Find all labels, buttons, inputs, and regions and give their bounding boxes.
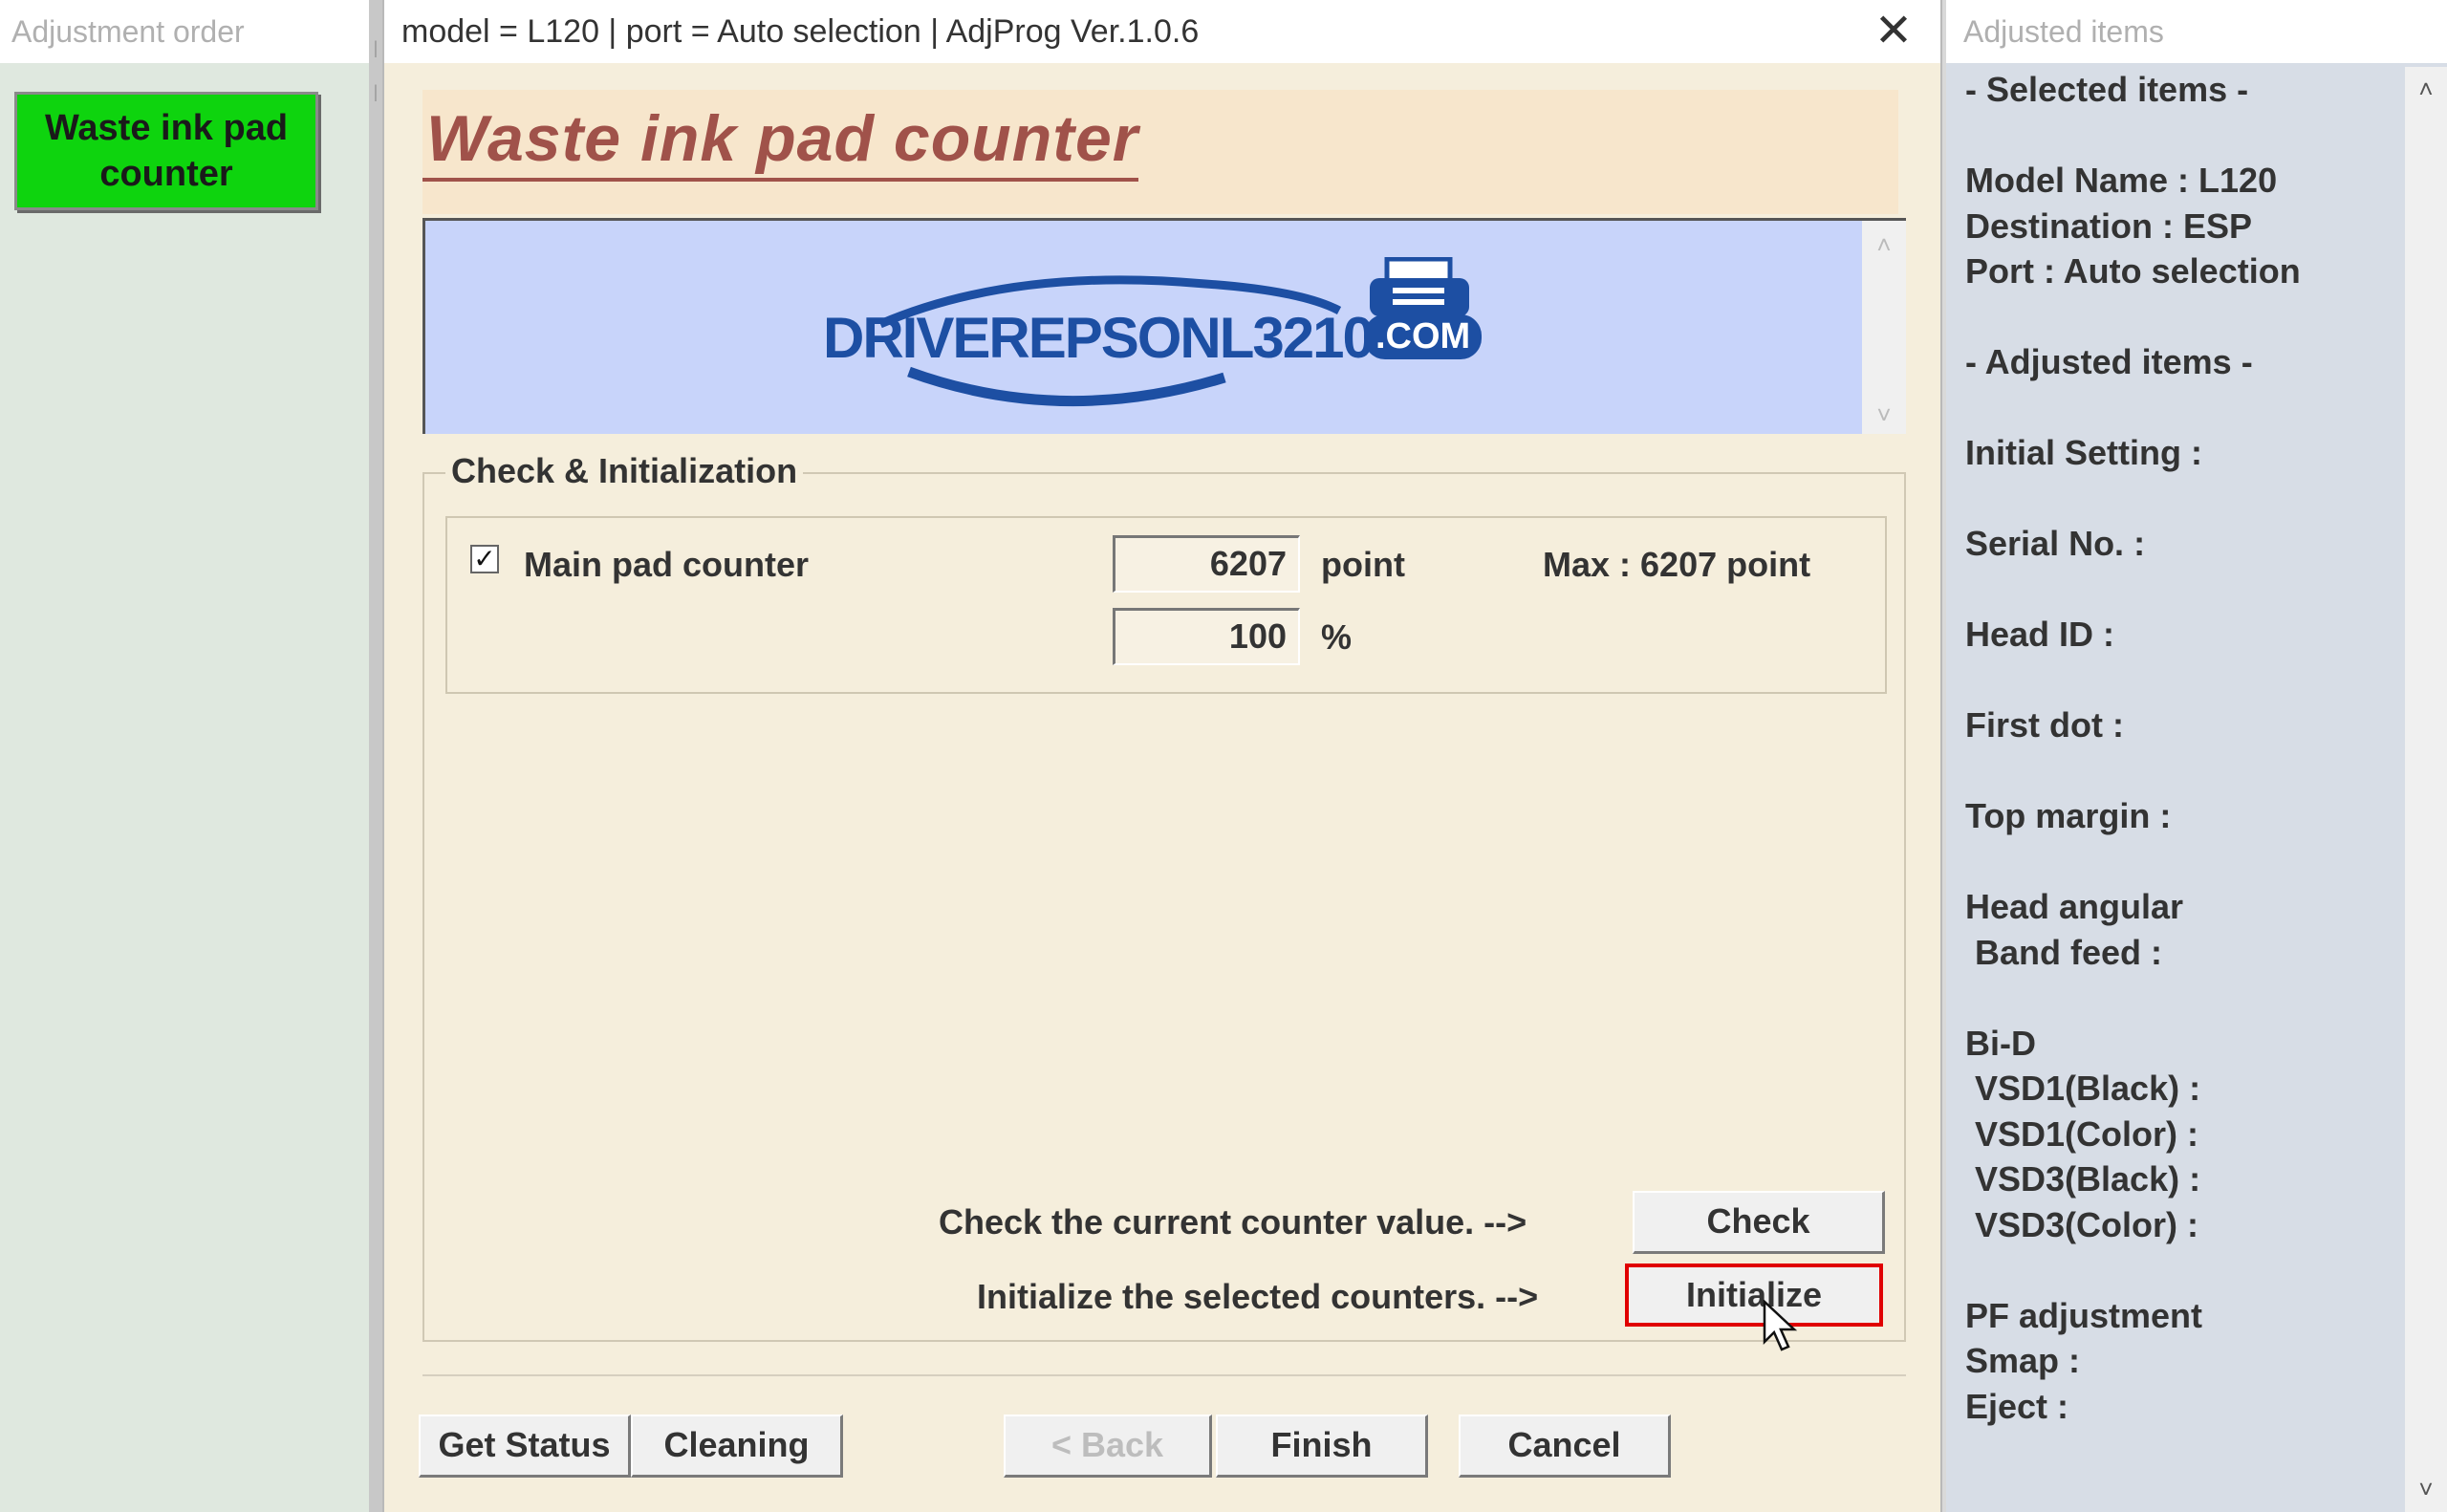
list-item: Band feed : bbox=[1965, 932, 2163, 972]
window-title: model = L120 | port = Auto selection | A… bbox=[401, 13, 1200, 50]
check-hint: Check the current counter value. --> bbox=[939, 1202, 1527, 1242]
logo-text: DRIVEREPSONL3210 bbox=[823, 306, 1375, 370]
list-item: VSD1(Black) : bbox=[1965, 1069, 2201, 1108]
counter-value-field: 6207 bbox=[1113, 535, 1300, 593]
list-item: Eject : bbox=[1965, 1386, 2069, 1426]
list-item bbox=[1965, 476, 2405, 522]
back-button[interactable]: < Back bbox=[1004, 1415, 1212, 1478]
initialize-button[interactable]: Initialize bbox=[1625, 1264, 1883, 1327]
adjustment-order-title: Adjustment order bbox=[0, 0, 375, 63]
counter-unit: point bbox=[1321, 545, 1405, 584]
scroll-down-icon[interactable]: ˅ bbox=[1862, 400, 1906, 430]
list-item: - Adjusted items - bbox=[1965, 342, 2253, 381]
heading-area: Waste ink pad counter bbox=[422, 90, 1898, 214]
list-item: First dot : bbox=[1965, 705, 2124, 745]
list-item: - Selected items - bbox=[1965, 70, 2249, 109]
cancel-button[interactable]: Cancel bbox=[1459, 1415, 1671, 1478]
mouse-cursor-icon bbox=[1763, 1300, 1798, 1351]
adjusted-items-scrollbar[interactable]: ˄ ˅ bbox=[2405, 67, 2447, 1512]
scroll-down-icon[interactable]: ˅ bbox=[2405, 1475, 2447, 1504]
banner-scrollbar[interactable]: ˄ ˅ bbox=[1862, 221, 1906, 434]
window-titlebar: model = L120 | port = Auto selection | A… bbox=[384, 0, 1940, 63]
list-item bbox=[1965, 1247, 2405, 1293]
check-initialization-group: Check & Initialization ✓ Main pad counte… bbox=[422, 451, 1906, 1342]
scroll-up-icon[interactable]: ˄ bbox=[1862, 230, 1906, 260]
list-item bbox=[1965, 567, 2405, 613]
panel-splitter[interactable]: | | bbox=[369, 0, 382, 1512]
list-item: Head ID : bbox=[1965, 615, 2115, 654]
percent-value-field: 100 bbox=[1113, 608, 1300, 665]
list-item: Model Name : L120 bbox=[1965, 161, 2278, 200]
list-item bbox=[1965, 748, 2405, 794]
adjusted-items-title: Adjusted items bbox=[1946, 0, 2447, 63]
banner: DRIVEREPSONL3210 .COM ˄ ˅ bbox=[422, 218, 1906, 434]
list-item bbox=[1965, 839, 2405, 885]
main-pad-checkbox[interactable]: ✓ bbox=[470, 545, 499, 573]
printer-icon bbox=[1370, 257, 1469, 316]
list-item: Smap : bbox=[1965, 1341, 2081, 1380]
initialize-hint: Initialize the selected counters. --> bbox=[977, 1277, 1539, 1316]
list-item bbox=[1965, 975, 2405, 1021]
page-title: Waste ink pad counter bbox=[422, 101, 1139, 182]
list-item: VSD3(Black) : bbox=[1965, 1159, 2201, 1199]
list-item: Head angular bbox=[1965, 887, 2184, 926]
waste-ink-pad-counter-item[interactable]: Waste ink pad counter bbox=[14, 92, 318, 210]
check-button[interactable]: Check bbox=[1633, 1191, 1885, 1254]
list-item: Initial Setting : bbox=[1965, 433, 2202, 472]
group-label: Check & Initialization bbox=[445, 451, 804, 491]
list-item: Serial No. : bbox=[1965, 524, 2146, 563]
finish-button[interactable]: Finish bbox=[1216, 1415, 1428, 1478]
logo: DRIVEREPSONL3210 .COM bbox=[823, 257, 1511, 410]
list-item bbox=[1965, 658, 2405, 703]
list-item: VSD1(Color) : bbox=[1965, 1113, 2199, 1154]
list-item: PF adjustment bbox=[1965, 1295, 2203, 1335]
list-item bbox=[1965, 113, 2405, 159]
max-label: Max : 6207 point bbox=[1543, 545, 1811, 584]
close-icon[interactable]: ✕ bbox=[1870, 8, 1917, 55]
list-item: Destination : ESP bbox=[1965, 205, 2253, 246]
percent-unit: % bbox=[1321, 617, 1353, 657]
footer-divider bbox=[422, 1374, 1906, 1376]
counter-panel: ✓ Main pad counter 6207 point Max : 6207… bbox=[445, 516, 1887, 694]
adjustment-order-panel: Adjustment order Waste ink pad counter bbox=[0, 0, 375, 1512]
list-item: Bi-D bbox=[1965, 1023, 2036, 1063]
get-status-button[interactable]: Get Status bbox=[419, 1415, 631, 1478]
list-item bbox=[1965, 385, 2405, 431]
cleaning-button[interactable]: Cleaning bbox=[631, 1415, 843, 1478]
list-item: Top margin : bbox=[1965, 796, 2172, 835]
adjusted-items-panel: Adjusted items - Selected items - Model … bbox=[1946, 0, 2447, 1512]
adjusted-items-list: - Selected items - Model Name : L120 Des… bbox=[1965, 67, 2405, 1429]
main-pad-label: Main pad counter bbox=[524, 545, 810, 584]
scroll-up-icon[interactable]: ˄ bbox=[2405, 75, 2447, 104]
adjprog-window: model = L120 | port = Auto selection | A… bbox=[382, 0, 1942, 1512]
list-item bbox=[1965, 294, 2405, 340]
list-item: Port : Auto selection bbox=[1965, 251, 2301, 291]
list-item: VSD3(Color) : bbox=[1965, 1204, 2199, 1244]
